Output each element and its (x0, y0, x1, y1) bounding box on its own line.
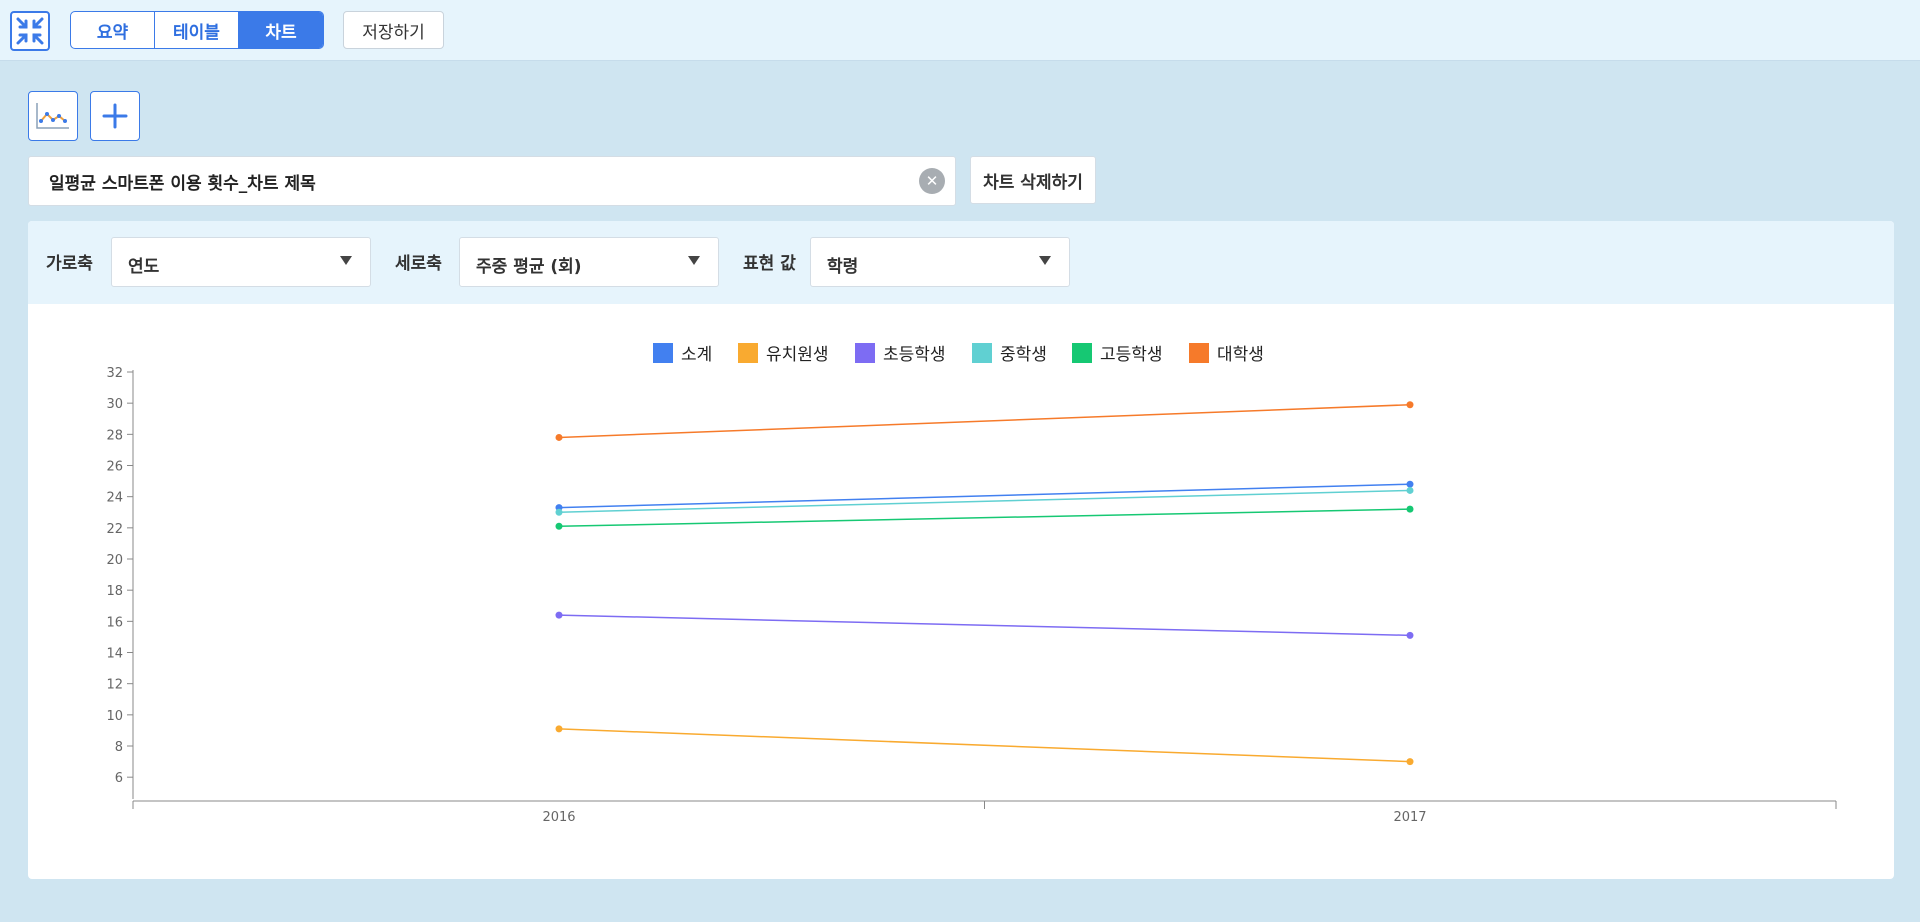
data-point (555, 508, 563, 516)
y-tick-label: 22 (106, 522, 123, 537)
series-line (558, 614, 1411, 637)
view-tabs: 요약 테이블 차트 (70, 11, 324, 49)
series-line (558, 403, 1411, 439)
tab-table[interactable]: 테이블 (155, 12, 239, 48)
series-line (558, 728, 1411, 763)
x-tick-label: 2017 (1393, 810, 1426, 825)
data-point (555, 725, 563, 733)
legend-label: 대학생 (1217, 345, 1264, 365)
plus-icon (102, 103, 128, 129)
collapse-icon (16, 17, 44, 45)
legend-label: 소계 (681, 345, 712, 365)
x-tick-label: 2016 (542, 810, 575, 825)
line-chart: 6 8 10 12 14 16 18 20 22 24 26 28 30 32 2016 2017 소계 유치원생… (106, 343, 1837, 825)
legend-swatch (855, 343, 875, 363)
data-point (555, 433, 563, 441)
save-button[interactable]: 저장하기 (343, 11, 444, 49)
y-tick-label: 10 (106, 709, 123, 724)
add-chart-button[interactable] (90, 91, 140, 141)
legend-swatch (1189, 343, 1209, 363)
legend-label: 초등학생 (883, 345, 946, 365)
y-tick-label: 20 (106, 553, 123, 568)
series-line (558, 508, 1411, 528)
data-point (555, 522, 563, 530)
data-point (1406, 505, 1414, 513)
top-toolbar: 요약 테이블 차트 저장하기 (0, 0, 1920, 61)
line-chart-type-button[interactable] (28, 91, 78, 141)
legend-swatch (653, 343, 673, 363)
legend-label: 유치원생 (766, 345, 829, 365)
data-point (1406, 480, 1414, 488)
y-tick-label: 8 (115, 740, 123, 755)
data-point (1406, 631, 1414, 639)
tab-chart[interactable]: 차트 (239, 12, 323, 48)
y-tick-label: 26 (106, 460, 123, 475)
line-chart-icon (36, 103, 69, 129)
delete-chart-button[interactable]: 차트 삭제하기 (970, 156, 1096, 204)
data-point (1406, 486, 1414, 494)
y-tick-label: 30 (106, 397, 123, 412)
legend-swatch (1072, 343, 1092, 363)
y-tick-label: 6 (115, 771, 123, 786)
y-tick-label: 28 (106, 428, 123, 443)
series-line (558, 483, 1411, 509)
legend-swatch (738, 343, 758, 363)
y-tick-label: 32 (106, 366, 123, 381)
legend-swatch (972, 343, 992, 363)
y-tick-label: 16 (106, 615, 123, 630)
y-tick-label: 12 (106, 678, 123, 693)
data-point (1406, 401, 1414, 409)
collapse-button[interactable] (10, 11, 50, 51)
chart-panel: 가로축 연도 세로축 주중 평균 (회) 표현 값 학령 6 8 10 12 14 16 1… (28, 221, 1894, 879)
data-point (555, 611, 563, 619)
chart-title-input[interactable] (49, 157, 909, 205)
data-point (1406, 758, 1414, 766)
legend-label: 고등학생 (1100, 345, 1163, 365)
series-line (558, 489, 1411, 514)
clear-title-button[interactable]: ✕ (919, 168, 945, 194)
y-tick-label: 18 (106, 584, 123, 599)
y-tick-label: 24 (106, 491, 123, 506)
chart-title-field: ✕ (28, 156, 956, 206)
y-tick-label: 14 (106, 647, 123, 662)
legend-label: 중학생 (1000, 345, 1047, 365)
close-icon: ✕ (925, 171, 939, 190)
tab-summary[interactable]: 요약 (71, 12, 155, 48)
